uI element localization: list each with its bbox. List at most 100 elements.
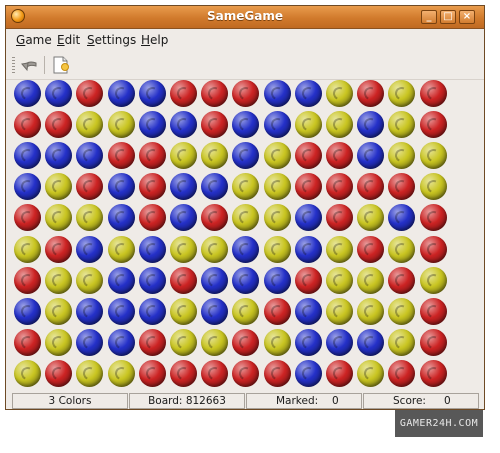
yellow-ball[interactable]	[170, 298, 197, 325]
yellow-ball[interactable]	[45, 204, 72, 231]
red-ball[interactable]	[264, 360, 291, 387]
yellow-ball[interactable]	[232, 298, 259, 325]
yellow-ball[interactable]	[76, 204, 103, 231]
yellow-ball[interactable]	[14, 236, 41, 263]
yellow-ball[interactable]	[264, 329, 291, 356]
blue-ball[interactable]	[357, 142, 384, 169]
yellow-ball[interactable]	[388, 111, 415, 138]
red-ball[interactable]	[326, 360, 353, 387]
blue-ball[interactable]	[201, 298, 228, 325]
red-ball[interactable]	[108, 142, 135, 169]
red-ball[interactable]	[420, 236, 447, 263]
red-ball[interactable]	[232, 329, 259, 356]
blue-ball[interactable]	[45, 80, 72, 107]
blue-ball[interactable]	[295, 329, 322, 356]
yellow-ball[interactable]	[326, 267, 353, 294]
blue-ball[interactable]	[295, 298, 322, 325]
yellow-ball[interactable]	[420, 267, 447, 294]
red-ball[interactable]	[232, 80, 259, 107]
yellow-ball[interactable]	[45, 173, 72, 200]
blue-ball[interactable]	[14, 80, 41, 107]
red-ball[interactable]	[45, 236, 72, 263]
red-ball[interactable]	[357, 236, 384, 263]
yellow-ball[interactable]	[295, 111, 322, 138]
blue-ball[interactable]	[232, 142, 259, 169]
new-game-button[interactable]	[50, 55, 72, 75]
red-ball[interactable]	[201, 360, 228, 387]
red-ball[interactable]	[45, 111, 72, 138]
red-ball[interactable]	[76, 80, 103, 107]
red-ball[interactable]	[139, 329, 166, 356]
red-ball[interactable]	[326, 142, 353, 169]
menu-help[interactable]: Help	[141, 33, 168, 47]
yellow-ball[interactable]	[232, 204, 259, 231]
blue-ball[interactable]	[264, 111, 291, 138]
red-ball[interactable]	[139, 173, 166, 200]
blue-ball[interactable]	[76, 236, 103, 263]
red-ball[interactable]	[295, 267, 322, 294]
red-ball[interactable]	[420, 111, 447, 138]
yellow-ball[interactable]	[326, 80, 353, 107]
blue-ball[interactable]	[14, 173, 41, 200]
blue-ball[interactable]	[201, 173, 228, 200]
yellow-ball[interactable]	[108, 360, 135, 387]
blue-ball[interactable]	[139, 236, 166, 263]
yellow-ball[interactable]	[388, 80, 415, 107]
minimize-button[interactable]: _	[421, 10, 437, 24]
yellow-ball[interactable]	[388, 329, 415, 356]
red-ball[interactable]	[139, 142, 166, 169]
yellow-ball[interactable]	[357, 267, 384, 294]
menu-game[interactable]: Game	[16, 33, 52, 47]
blue-ball[interactable]	[170, 204, 197, 231]
blue-ball[interactable]	[14, 142, 41, 169]
yellow-ball[interactable]	[326, 236, 353, 263]
red-ball[interactable]	[420, 298, 447, 325]
blue-ball[interactable]	[139, 111, 166, 138]
yellow-ball[interactable]	[264, 142, 291, 169]
red-ball[interactable]	[388, 173, 415, 200]
yellow-ball[interactable]	[76, 111, 103, 138]
blue-ball[interactable]	[295, 80, 322, 107]
yellow-ball[interactable]	[45, 329, 72, 356]
yellow-ball[interactable]	[45, 298, 72, 325]
red-ball[interactable]	[45, 360, 72, 387]
red-ball[interactable]	[420, 360, 447, 387]
blue-ball[interactable]	[357, 111, 384, 138]
blue-ball[interactable]	[264, 267, 291, 294]
yellow-ball[interactable]	[170, 142, 197, 169]
blue-ball[interactable]	[295, 204, 322, 231]
yellow-ball[interactable]	[201, 142, 228, 169]
blue-ball[interactable]	[139, 298, 166, 325]
blue-ball[interactable]	[108, 173, 135, 200]
yellow-ball[interactable]	[420, 173, 447, 200]
yellow-ball[interactable]	[357, 204, 384, 231]
maximize-button[interactable]: □	[440, 10, 456, 24]
yellow-ball[interactable]	[388, 142, 415, 169]
yellow-ball[interactable]	[201, 329, 228, 356]
yellow-ball[interactable]	[45, 267, 72, 294]
undo-button[interactable]	[19, 55, 41, 75]
yellow-ball[interactable]	[420, 142, 447, 169]
menu-edit[interactable]: Edit	[57, 33, 80, 47]
yellow-ball[interactable]	[76, 267, 103, 294]
red-ball[interactable]	[295, 173, 322, 200]
red-ball[interactable]	[201, 111, 228, 138]
red-ball[interactable]	[357, 80, 384, 107]
red-ball[interactable]	[201, 80, 228, 107]
red-ball[interactable]	[326, 204, 353, 231]
red-ball[interactable]	[170, 80, 197, 107]
yellow-ball[interactable]	[388, 236, 415, 263]
red-ball[interactable]	[357, 173, 384, 200]
toolbar-grip[interactable]	[12, 57, 15, 75]
red-ball[interactable]	[14, 111, 41, 138]
red-ball[interactable]	[14, 329, 41, 356]
yellow-ball[interactable]	[108, 111, 135, 138]
blue-ball[interactable]	[76, 142, 103, 169]
yellow-ball[interactable]	[326, 298, 353, 325]
yellow-ball[interactable]	[264, 204, 291, 231]
blue-ball[interactable]	[232, 236, 259, 263]
yellow-ball[interactable]	[14, 360, 41, 387]
yellow-ball[interactable]	[108, 236, 135, 263]
yellow-ball[interactable]	[388, 298, 415, 325]
red-ball[interactable]	[420, 204, 447, 231]
